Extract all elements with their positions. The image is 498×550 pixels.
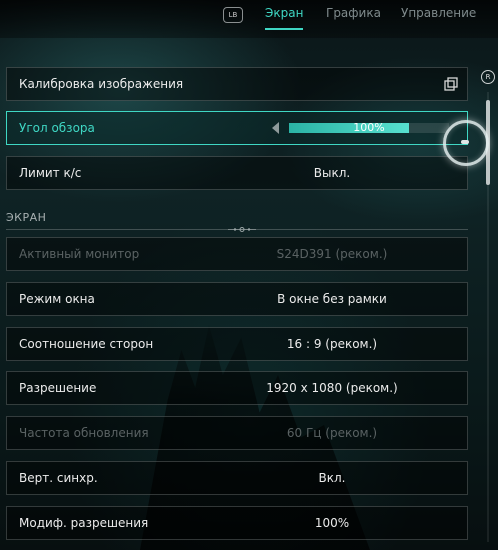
section-title: ЭКРАН (6, 211, 47, 224)
tab-controls[interactable]: Управление (401, 6, 476, 20)
row-resolution[interactable]: Разрешение 1920 x 1080 (реком.) (6, 371, 468, 405)
row-label: Угол обзора (19, 121, 95, 135)
r-button-hint: R (481, 70, 495, 84)
row-value: В окне без рамки (277, 292, 387, 306)
top-bar: LB Экран Графика Управление (0, 0, 498, 38)
row-label: Верт. синхр. (19, 471, 98, 485)
row-value: Вкл. (318, 471, 346, 485)
row-value: 1920 x 1080 (реком.) (266, 381, 398, 395)
row-value: 100% (314, 516, 350, 530)
active-tab-indicator (265, 28, 303, 30)
row-active-monitor: Активный монитор S24D391 (реком.) (6, 237, 468, 271)
row-aspect-ratio[interactable]: Соотношение сторон 16 : 9 (реком.) (6, 327, 468, 361)
divider-ornament-icon (228, 227, 256, 232)
row-value: 60 Гц (реком.) (286, 426, 378, 440)
row-refresh-rate: Частота обновления 60 Гц (реком.) (6, 416, 468, 450)
row-label: Частота обновления (19, 426, 149, 440)
copy-icon[interactable] (444, 77, 458, 91)
row-label: Активный монитор (19, 247, 140, 261)
row-window-mode[interactable]: Режим окна В окне без рамки (6, 282, 468, 316)
row-value: Выкл. (313, 166, 351, 180)
row-label: Модиф. разрешения (19, 516, 149, 530)
row-label: Лимит к/с (19, 166, 82, 180)
row-image-calibration[interactable]: Калибровка изображения (6, 67, 468, 101)
row-resolution-modifier[interactable]: Модиф. разрешения 100% (6, 506, 468, 540)
row-label: Режим окна (19, 292, 95, 306)
tab-graphics[interactable]: Графика (326, 6, 381, 20)
fov-slider[interactable]: 100% (289, 121, 449, 134)
cursor-dot-icon (461, 140, 469, 144)
row-vsync[interactable]: Верт. синхр. Вкл. (6, 461, 468, 495)
row-field-of-view[interactable]: Угол обзора 100% (6, 111, 468, 145)
row-value: S24D391 (реком.) (276, 247, 388, 261)
tab-screen[interactable]: Экран (265, 6, 303, 20)
lb-button-hint[interactable]: LB (223, 7, 243, 23)
row-label: Разрешение (19, 381, 97, 395)
row-label: Калибровка изображения (19, 77, 184, 91)
row-value: 16 : 9 (реком.) (286, 337, 378, 351)
row-fps-limit[interactable]: Лимит к/с Выкл. (6, 156, 468, 190)
slider-value: 100% (353, 121, 385, 134)
chevron-left-icon[interactable] (269, 121, 281, 135)
row-label: Соотношение сторон (19, 337, 154, 351)
